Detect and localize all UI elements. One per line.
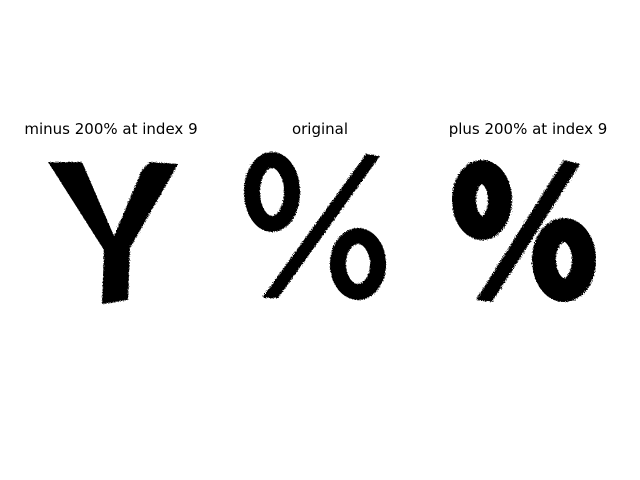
percent-sign-bold-glyph [428,148,628,318]
percent-sign-glyph [220,148,420,318]
panel-title-plus: plus 200% at index 9 [448,120,608,138]
letter-y-glyph [10,148,212,318]
panel-title-original: original [291,120,349,138]
panel-title-minus: minus 200% at index 9 [24,120,198,138]
